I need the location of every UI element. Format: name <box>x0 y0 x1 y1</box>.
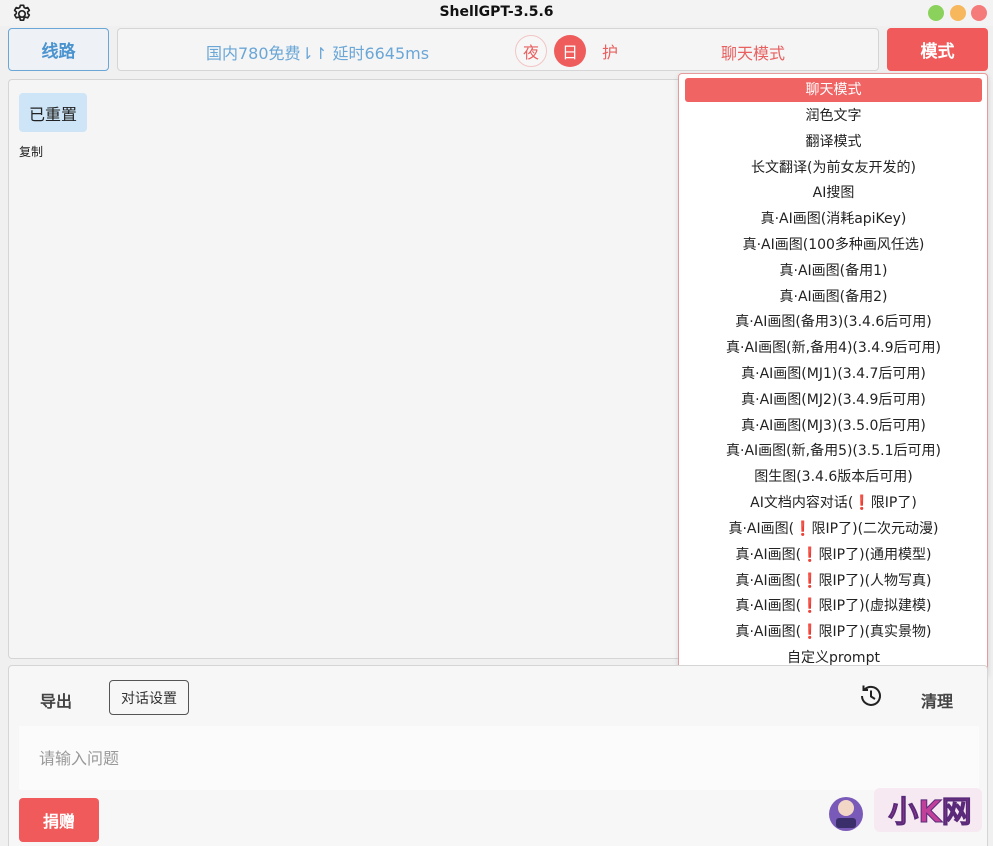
mode-dropdown-menu: 聊天模式 润色文字 翻译模式 长文翻译(为前女友开发的) AI搜图 真·AI画图… <box>678 73 988 676</box>
mode-menu-item[interactable]: 图生图(3.4.6版本后可用) <box>685 465 982 489</box>
status-bar: 国内780免费⇂↾ 延时6645ms 夜 日 护 聊天模式 <box>117 28 879 71</box>
mode-menu-item[interactable]: 真·AI画图(❗限IP了)(人物写真) <box>685 569 982 593</box>
mode-menu-item[interactable]: 真·AI画图(新,备用5)(3.5.1后可用) <box>685 439 982 463</box>
donate-button[interactable]: 捐赠 <box>19 798 99 842</box>
history-icon[interactable] <box>857 682 885 710</box>
mode-menu-item[interactable]: AI文档内容对话(❗限IP了) <box>685 491 982 515</box>
theme-eyecare-button[interactable]: 护 <box>594 35 626 67</box>
mode-menu-item[interactable]: 润色文字 <box>685 104 982 128</box>
mode-menu-item[interactable]: 真·AI画图(新,备用4)(3.4.9后可用) <box>685 336 982 360</box>
theme-night-button[interactable]: 夜 <box>515 35 547 67</box>
mode-menu-item[interactable]: 真·AI画图(备用1) <box>685 259 982 283</box>
mode-menu-item[interactable]: 真·AI画图(消耗apiKey) <box>685 207 982 231</box>
copy-button[interactable]: 复制 <box>19 143 43 160</box>
mode-menu-item[interactable]: 真·AI画图(❗限IP了)(虚拟建模) <box>685 594 982 618</box>
mode-menu-item[interactable]: 真·AI画图(MJ1)(3.4.7后可用) <box>685 362 982 386</box>
mode-menu-item[interactable]: 长文翻译(为前女友开发的) <box>685 156 982 180</box>
route-status-text: 国内780免费⇂↾ 延时6645ms <box>206 44 430 63</box>
current-mode-label: 聊天模式 <box>721 44 786 63</box>
mode-button[interactable]: 模式 <box>887 28 988 71</box>
window-title: ShellGPT-3.5.6 <box>439 4 554 20</box>
mode-menu-item[interactable]: 真·AI画图(MJ3)(3.5.0后可用) <box>685 414 982 438</box>
mode-menu-item[interactable]: 聊天模式 <box>685 78 982 102</box>
mode-menu-item[interactable]: 真·AI画图(备用3)(3.4.6后可用) <box>685 310 982 334</box>
route-button[interactable]: 线路 <box>8 28 109 71</box>
chat-settings-button[interactable]: 对话设置 <box>109 680 189 715</box>
mode-menu-item[interactable]: 真·AI画图(100多种画风任选) <box>685 233 982 257</box>
mode-menu-item[interactable]: 真·AI画图(MJ2)(3.4.9后可用) <box>685 388 982 412</box>
export-button[interactable]: 导出 <box>40 688 72 712</box>
message-bubble: 已重置 <box>19 93 88 132</box>
title-bar: ShellGPT-3.5.6 <box>0 0 993 26</box>
mode-menu-item[interactable]: AI搜图 <box>685 181 982 205</box>
mode-menu-item[interactable]: 真·AI画图(备用2) <box>685 285 982 309</box>
close-button[interactable] <box>971 5 987 21</box>
watermark-logo: 小K网 <box>829 788 982 832</box>
svg-text:小K网: 小K网 <box>888 795 971 830</box>
mode-menu-item[interactable]: 真·AI画图(❗限IP了)(通用模型) <box>685 543 982 567</box>
theme-day-button[interactable]: 日 <box>554 35 586 67</box>
maximize-button[interactable] <box>928 5 944 21</box>
mode-menu-item[interactable]: 真·AI画图(❗限IP了)(二次元动漫) <box>685 517 982 541</box>
mode-menu-item[interactable]: 翻译模式 <box>685 130 982 154</box>
mode-menu-item[interactable]: 真·AI画图(❗限IP了)(真实景物) <box>685 620 982 644</box>
minimize-button[interactable] <box>950 5 966 21</box>
clear-button[interactable]: 清理 <box>921 688 953 712</box>
